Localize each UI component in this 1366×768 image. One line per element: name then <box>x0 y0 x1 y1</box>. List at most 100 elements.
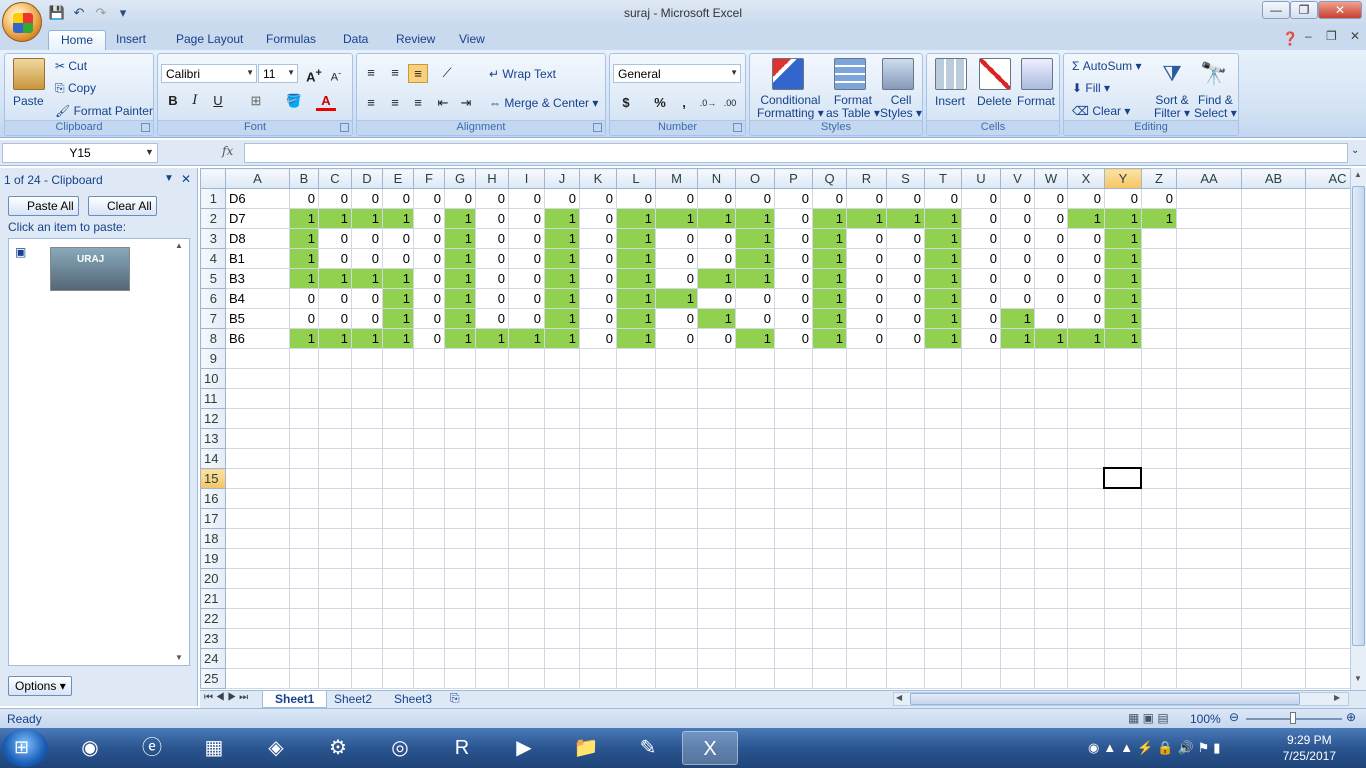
cell[interactable] <box>1141 248 1177 269</box>
cell[interactable] <box>1141 528 1177 549</box>
cell[interactable] <box>1176 248 1242 269</box>
cell[interactable]: 0 <box>289 188 319 209</box>
cell[interactable]: 1 <box>616 248 656 269</box>
cell[interactable] <box>1305 588 1350 609</box>
cell[interactable] <box>444 528 476 549</box>
cell[interactable] <box>1305 328 1350 349</box>
cell[interactable] <box>1141 348 1177 369</box>
cell[interactable] <box>735 528 775 549</box>
apps-grid-icon[interactable]: ▦ <box>186 731 242 765</box>
cell[interactable] <box>1000 368 1035 389</box>
cell[interactable]: 0 <box>812 188 847 209</box>
cell[interactable] <box>1241 448 1306 469</box>
cell[interactable] <box>475 588 509 609</box>
cell[interactable]: 1 <box>812 208 847 229</box>
cell[interactable]: 0 <box>579 208 617 229</box>
cell[interactable] <box>1104 428 1142 449</box>
cell[interactable] <box>812 668 847 689</box>
cell[interactable] <box>318 648 352 669</box>
cell[interactable] <box>846 508 887 529</box>
column-header[interactable]: X <box>1067 168 1105 189</box>
cell[interactable] <box>735 548 775 569</box>
cell[interactable] <box>1176 588 1242 609</box>
cell[interactable] <box>924 628 962 649</box>
cell[interactable]: 0 <box>508 208 545 229</box>
cell[interactable]: 1 <box>1000 308 1035 329</box>
cell[interactable] <box>1241 328 1306 349</box>
column-header[interactable]: B <box>289 168 319 189</box>
vertical-scroll-thumb[interactable] <box>1352 186 1365 646</box>
cell[interactable] <box>351 548 383 569</box>
cell[interactable] <box>579 528 617 549</box>
cell[interactable]: 0 <box>382 188 414 209</box>
cell[interactable] <box>579 388 617 409</box>
cell[interactable] <box>774 388 813 409</box>
sort-filter-icon[interactable]: ⧩ <box>1156 58 1188 90</box>
cell[interactable] <box>544 428 580 449</box>
cell[interactable]: 1 <box>886 208 925 229</box>
cell[interactable]: 1 <box>508 328 545 349</box>
cell[interactable] <box>1176 568 1242 589</box>
cell[interactable]: 0 <box>413 328 445 349</box>
cell[interactable] <box>1141 328 1177 349</box>
task-pane-menu-icon[interactable]: ▼ <box>164 173 174 184</box>
align-left-icon[interactable]: ≡ <box>361 94 381 113</box>
tab-insert[interactable]: Insert <box>104 30 158 50</box>
cell[interactable] <box>812 568 847 589</box>
cell[interactable] <box>225 508 290 529</box>
cell[interactable] <box>1305 528 1350 549</box>
cell[interactable] <box>697 388 736 409</box>
cell[interactable] <box>475 668 509 689</box>
ribbon-minimize-icon[interactable]: – <box>1305 29 1312 43</box>
cell[interactable]: 1 <box>616 228 656 249</box>
cell[interactable]: B3 <box>225 268 290 289</box>
cell[interactable] <box>924 388 962 409</box>
sheet-tab-3[interactable]: Sheet3 <box>382 691 444 708</box>
cell[interactable] <box>846 648 887 669</box>
cell[interactable]: 0 <box>846 328 887 349</box>
cell[interactable] <box>475 608 509 629</box>
merge-center-button[interactable]: ⇔ Merge & Center ▾ <box>489 96 598 110</box>
cell[interactable] <box>774 628 813 649</box>
excel-taskbar-icon[interactable]: X <box>682 731 738 765</box>
cell[interactable] <box>924 428 962 449</box>
cell[interactable] <box>1241 568 1306 589</box>
cell[interactable]: 1 <box>444 288 476 309</box>
cell[interactable] <box>225 648 290 669</box>
cell[interactable] <box>318 668 352 689</box>
start-button[interactable]: ⊞ <box>2 729 48 767</box>
cell[interactable] <box>961 388 1001 409</box>
cell[interactable]: 0 <box>579 228 617 249</box>
cell[interactable]: 1 <box>382 328 414 349</box>
cell[interactable] <box>616 568 656 589</box>
cell[interactable] <box>475 368 509 389</box>
align-bottom-icon[interactable]: ≡ <box>408 64 428 83</box>
cell[interactable]: 1 <box>616 288 656 309</box>
cell[interactable] <box>886 508 925 529</box>
cell[interactable] <box>655 408 698 429</box>
cell[interactable] <box>413 568 445 589</box>
cell[interactable]: 1 <box>616 328 656 349</box>
cell[interactable] <box>1305 468 1350 489</box>
cell[interactable] <box>655 508 698 529</box>
cell[interactable] <box>579 608 617 629</box>
cell[interactable] <box>846 528 887 549</box>
cell[interactable]: 0 <box>1104 188 1142 209</box>
cell[interactable] <box>1241 408 1306 429</box>
cell[interactable] <box>351 348 383 369</box>
cell[interactable] <box>1305 648 1350 669</box>
media-player-icon[interactable]: ▶ <box>496 731 552 765</box>
cell[interactable] <box>886 468 925 489</box>
cell[interactable]: 1 <box>382 268 414 289</box>
cell[interactable] <box>318 428 352 449</box>
cell[interactable] <box>1241 228 1306 249</box>
cell[interactable] <box>735 648 775 669</box>
cell[interactable]: 0 <box>1000 188 1035 209</box>
cell[interactable] <box>774 508 813 529</box>
cell[interactable] <box>812 368 847 389</box>
cell[interactable] <box>735 608 775 629</box>
row-header[interactable]: 1 <box>200 188 226 209</box>
cell[interactable] <box>413 388 445 409</box>
cell[interactable] <box>924 468 962 489</box>
cell[interactable] <box>544 388 580 409</box>
